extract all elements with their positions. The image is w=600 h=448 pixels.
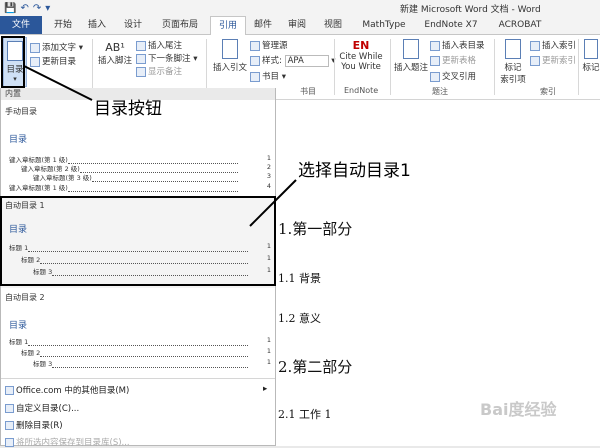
arrow-line [23,65,93,101]
annotation-toc-button: 目录按钮 [94,99,162,119]
auto-toc-1-highlight [0,196,276,286]
watermark: Bai度经验 [480,400,557,419]
annotation-choose-auto: 选择自动目录1 [298,161,411,181]
